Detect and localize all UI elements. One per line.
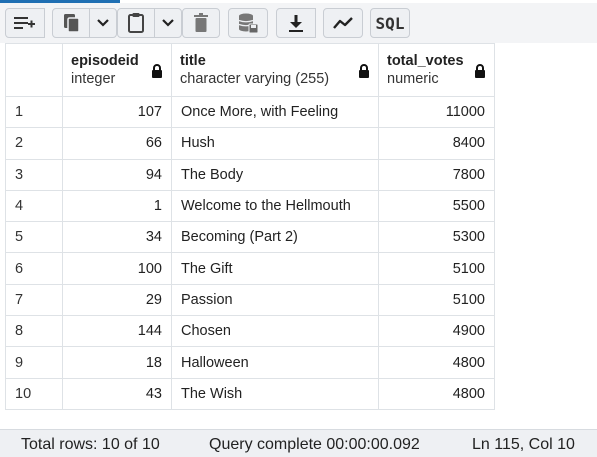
chevron-down-icon <box>161 18 175 28</box>
title-cell[interactable]: Passion <box>171 283 379 317</box>
episodeid-cell[interactable]: 1 <box>62 189 172 223</box>
download-button[interactable] <box>276 8 316 38</box>
download-icon <box>286 13 306 33</box>
episodeid-cell[interactable]: 94 <box>62 158 172 191</box>
title-cell[interactable]: Once More, with Feeling <box>171 95 379 129</box>
title-cell[interactable]: The Gift <box>171 252 379 285</box>
database-save-icon <box>237 12 259 34</box>
results-table: episodeid integer title character varyin… <box>5 43 495 410</box>
total-votes-cell[interactable]: 4900 <box>378 315 495 348</box>
episodeid-cell[interactable]: 107 <box>62 95 172 129</box>
episodeid-cell[interactable]: 66 <box>62 127 172 160</box>
column-type: character varying (255) <box>180 71 330 87</box>
total-votes-cell[interactable]: 5300 <box>378 221 495 254</box>
episodeid-cell[interactable]: 18 <box>62 346 172 379</box>
column-header-episodeid[interactable]: episodeid integer <box>62 43 172 97</box>
title-cell[interactable]: The Wish <box>171 377 379 410</box>
header-row: episodeid integer title character varyin… <box>5 43 495 97</box>
total-votes-cell[interactable]: 4800 <box>378 346 495 379</box>
graph-button[interactable] <box>323 8 363 38</box>
lock-icon <box>151 64 163 83</box>
clipboard-icon <box>126 12 146 34</box>
title-cell[interactable]: Chosen <box>171 315 379 348</box>
line-chart-icon <box>332 14 354 32</box>
total-votes-cell[interactable]: 7800 <box>378 158 495 191</box>
column-type: numeric <box>387 71 439 87</box>
table-row[interactable]: 4 1 Welcome to the Hellmouth 5500 <box>5 189 495 223</box>
title-cell[interactable]: Becoming (Part 2) <box>171 221 379 254</box>
episodeid-cell[interactable]: 144 <box>62 315 172 348</box>
copy-button[interactable] <box>52 8 90 38</box>
results-body: 1 107 Once More, with Feeling 11000 2 66 Hush 8… <box>5 95 495 410</box>
total-rows-text: Total rows: 10 of 10 <box>21 436 160 453</box>
column-name: total_votes <box>387 53 464 69</box>
total-votes-cell[interactable]: 5500 <box>378 189 495 223</box>
data-grid: episodeid integer title character varyin… <box>5 43 597 429</box>
add-row-button[interactable] <box>5 8 45 38</box>
table-row[interactable]: 8 144 Chosen 4900 <box>5 315 495 348</box>
lock-icon <box>358 64 370 83</box>
status-bar: Total rows: 10 of 10 Query complete 00:0… <box>0 429 597 457</box>
total-votes-cell[interactable]: 4800 <box>378 377 495 410</box>
table-row[interactable]: 5 34 Becoming (Part 2) 5300 <box>5 221 495 254</box>
cursor-position-text: Ln 115, Col 10 <box>472 436 575 453</box>
add-row-icon <box>13 13 37 33</box>
episodeid-cell[interactable]: 29 <box>62 283 172 317</box>
paste-button[interactable] <box>117 8 155 38</box>
row-number-cell[interactable]: 3 <box>5 158 63 191</box>
data-output-toolbar: SQL <box>0 3 597 43</box>
paste-options-dropdown[interactable] <box>154 8 182 38</box>
row-number-cell[interactable]: 10 <box>5 377 63 410</box>
sql-button[interactable]: SQL <box>370 8 410 38</box>
row-number-cell[interactable]: 8 <box>5 315 63 348</box>
episodeid-cell[interactable]: 43 <box>62 377 172 410</box>
chevron-down-icon <box>96 18 110 28</box>
table-row[interactable]: 1 107 Once More, with Feeling 11000 <box>5 95 495 129</box>
table-row[interactable]: 7 29 Passion 5100 <box>5 283 495 317</box>
total-votes-cell[interactable]: 11000 <box>378 95 495 129</box>
column-type: integer <box>71 71 116 87</box>
episodeid-cell[interactable]: 34 <box>62 221 172 254</box>
total-votes-cell[interactable]: 5100 <box>378 252 495 285</box>
column-name: episodeid <box>71 53 139 69</box>
copy-icon <box>61 12 81 34</box>
save-data-button[interactable] <box>228 8 268 38</box>
total-votes-cell[interactable]: 5100 <box>378 283 495 317</box>
episodeid-cell[interactable]: 100 <box>62 252 172 285</box>
table-row[interactable]: 2 66 Hush 8400 <box>5 127 495 160</box>
row-number-cell[interactable]: 7 <box>5 283 63 317</box>
row-number-cell[interactable]: 2 <box>5 127 63 160</box>
table-row[interactable]: 9 18 Halloween 4800 <box>5 346 495 379</box>
row-number-cell[interactable]: 4 <box>5 189 63 223</box>
title-cell[interactable]: The Body <box>171 158 379 191</box>
title-cell[interactable]: Hush <box>171 127 379 160</box>
delete-button[interactable] <box>182 8 220 38</box>
trash-icon <box>192 12 210 34</box>
row-number-header <box>5 43 63 97</box>
title-cell[interactable]: Halloween <box>171 346 379 379</box>
row-number-cell[interactable]: 6 <box>5 252 63 285</box>
column-header-title[interactable]: title character varying (255) <box>171 43 379 97</box>
query-status-text: Query complete 00:00:00.092 <box>209 436 420 453</box>
lock-icon <box>474 64 486 83</box>
row-number-cell[interactable]: 1 <box>5 95 63 129</box>
sql-button-label: SQL <box>375 13 405 33</box>
table-row[interactable]: 3 94 The Body 7800 <box>5 158 495 191</box>
column-name: title <box>180 53 206 69</box>
row-number-cell[interactable]: 5 <box>5 221 63 254</box>
column-header-total-votes[interactable]: total_votes numeric <box>378 43 495 97</box>
table-row[interactable]: 6 100 The Gift 5100 <box>5 252 495 285</box>
row-number-cell[interactable]: 9 <box>5 346 63 379</box>
title-cell[interactable]: Welcome to the Hellmouth <box>171 189 379 223</box>
total-votes-cell[interactable]: 8400 <box>378 127 495 160</box>
table-row[interactable]: 10 43 The Wish 4800 <box>5 377 495 410</box>
copy-options-dropdown[interactable] <box>89 8 117 38</box>
